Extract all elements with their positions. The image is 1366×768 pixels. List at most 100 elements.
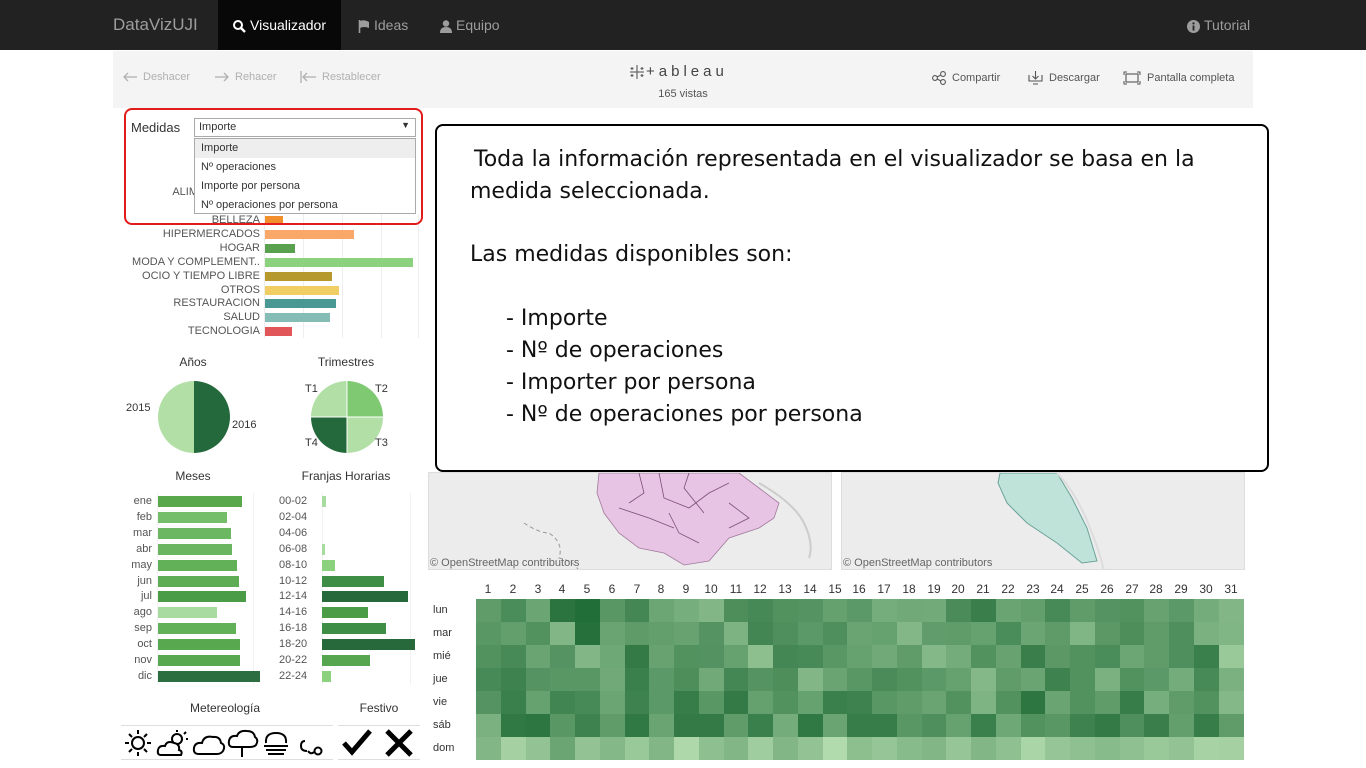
heatmap-cell[interactable] (575, 668, 600, 691)
heatmap-cell[interactable] (946, 668, 971, 691)
category-bar[interactable] (265, 299, 336, 309)
heatmap-cell[interactable] (1120, 645, 1145, 668)
heatmap-cell[interactable] (1120, 622, 1145, 645)
heatmap-cell[interactable] (748, 599, 773, 622)
hour-bar[interactable] (322, 670, 331, 682)
heatmap-cell[interactable] (1219, 691, 1244, 714)
heatmap-cell[interactable] (575, 622, 600, 645)
heatmap-cell[interactable] (625, 622, 650, 645)
heatmap-cell[interactable] (1219, 737, 1244, 760)
sun-icon[interactable] (125, 730, 151, 756)
heatmap-cell[interactable] (946, 599, 971, 622)
hour-bar[interactable] (322, 496, 326, 507)
heatmap-cell[interactable] (724, 737, 749, 760)
heatmap-cell[interactable] (674, 622, 699, 645)
heatmap-cell[interactable] (501, 737, 526, 760)
fullscreen-button[interactable]: Pantalla completa (1123, 71, 1234, 85)
heatmap-cell[interactable] (1219, 645, 1244, 668)
heatmap-cell[interactable] (946, 737, 971, 760)
heatmap-cell[interactable] (575, 599, 600, 622)
heatmap-cell[interactable] (1045, 691, 1070, 714)
redo-button[interactable]: Rehacer (215, 71, 277, 83)
heatmap-cell[interactable] (699, 691, 724, 714)
heatmap-cell[interactable] (550, 691, 575, 714)
heatmap-cell[interactable] (476, 668, 501, 691)
heatmap-cell[interactable] (1095, 599, 1120, 622)
heatmap-cell[interactable] (724, 622, 749, 645)
heatmap-cell[interactable] (1219, 714, 1244, 737)
heatmap-cell[interactable] (1169, 645, 1194, 668)
map-left[interactable]: © OpenStreetMap contributors (428, 472, 832, 570)
heatmap-cell[interactable] (501, 599, 526, 622)
month-bar[interactable] (158, 670, 260, 682)
heatmap-cell[interactable] (526, 737, 551, 760)
heatmap-cell[interactable] (823, 691, 848, 714)
heatmap-cell[interactable] (1095, 622, 1120, 645)
heatmap-cell[interactable] (996, 645, 1021, 668)
heatmap-cell[interactable] (823, 737, 848, 760)
heatmap-cell[interactable] (946, 645, 971, 668)
category-bar[interactable] (265, 257, 413, 267)
heatmap-cell[interactable] (600, 622, 625, 645)
heatmap-cell[interactable] (1219, 668, 1244, 691)
heatmap-cell[interactable] (1194, 645, 1219, 668)
heatmap-cell[interactable] (575, 714, 600, 737)
heatmap-cell[interactable] (501, 714, 526, 737)
heatmap-cell[interactable] (922, 668, 947, 691)
heatmap-cell[interactable] (575, 645, 600, 668)
heatmap-cell[interactable] (1120, 668, 1145, 691)
heatmap-cell[interactable] (625, 599, 650, 622)
undo-button[interactable]: Deshacer (123, 71, 190, 83)
heatmap-cell[interactable] (798, 691, 823, 714)
heatmap-cell[interactable] (773, 668, 798, 691)
heatmap-cell[interactable] (501, 622, 526, 645)
heatmap-cell[interactable] (847, 691, 872, 714)
heatmap-cell[interactable] (1144, 737, 1169, 760)
heatmap-cell[interactable] (1021, 691, 1046, 714)
heatmap-cell[interactable] (1169, 599, 1194, 622)
heatmap-cell[interactable] (1021, 622, 1046, 645)
heatmap-cell[interactable] (897, 714, 922, 737)
month-bar[interactable] (158, 559, 237, 571)
heatmap-cell[interactable] (699, 622, 724, 645)
heatmap-cell[interactable] (1070, 668, 1095, 691)
nav-ideas[interactable]: Ideas (358, 0, 408, 50)
medidas-option-importe-persona[interactable]: Importe por persona (195, 177, 415, 196)
heatmap-cell[interactable] (1144, 691, 1169, 714)
heatmap-cell[interactable] (1144, 645, 1169, 668)
heatmap-cell[interactable] (1070, 622, 1095, 645)
heatmap-cell[interactable] (575, 737, 600, 760)
heatmap-cell[interactable] (550, 714, 575, 737)
medidas-option-operaciones-persona[interactable]: Nº operaciones por persona (195, 196, 415, 215)
heatmap-cell[interactable] (600, 737, 625, 760)
hour-bar[interactable] (322, 639, 415, 651)
heatmap-cell[interactable] (897, 645, 922, 668)
map-right[interactable]: © OpenStreetMap contributors (841, 472, 1245, 570)
nav-visualizador[interactable]: Visualizador (218, 0, 342, 50)
heatmap-cell[interactable] (526, 691, 551, 714)
heatmap-cell[interactable] (1095, 737, 1120, 760)
category-bar[interactable] (265, 313, 330, 323)
wind-icon[interactable] (299, 740, 323, 756)
heatmap-cell[interactable] (550, 622, 575, 645)
heatmap-cell[interactable] (1045, 622, 1070, 645)
heatmap-cell[interactable] (922, 737, 947, 760)
category-bar[interactable] (265, 327, 292, 337)
heatmap-cell[interactable] (476, 714, 501, 737)
heatmap-cell[interactable] (1219, 622, 1244, 645)
heatmap-cell[interactable] (1194, 691, 1219, 714)
heatmap-cell[interactable] (823, 714, 848, 737)
month-bar[interactable] (158, 591, 246, 603)
heatmap-cell[interactable] (1070, 737, 1095, 760)
quarters-pie-chart[interactable] (310, 380, 384, 454)
heatmap-cell[interactable] (724, 645, 749, 668)
heatmap-cell[interactable] (1045, 645, 1070, 668)
tableau-logo[interactable]: +ableau (628, 63, 728, 80)
heatmap-cell[interactable] (996, 737, 1021, 760)
brand[interactable]: DataVizUJI (113, 15, 198, 35)
heatmap-cell[interactable] (748, 714, 773, 737)
heatmap-cell[interactable] (625, 668, 650, 691)
heatmap-cell[interactable] (798, 645, 823, 668)
hour-bar[interactable] (322, 623, 386, 635)
heatmap-cell[interactable] (897, 737, 922, 760)
